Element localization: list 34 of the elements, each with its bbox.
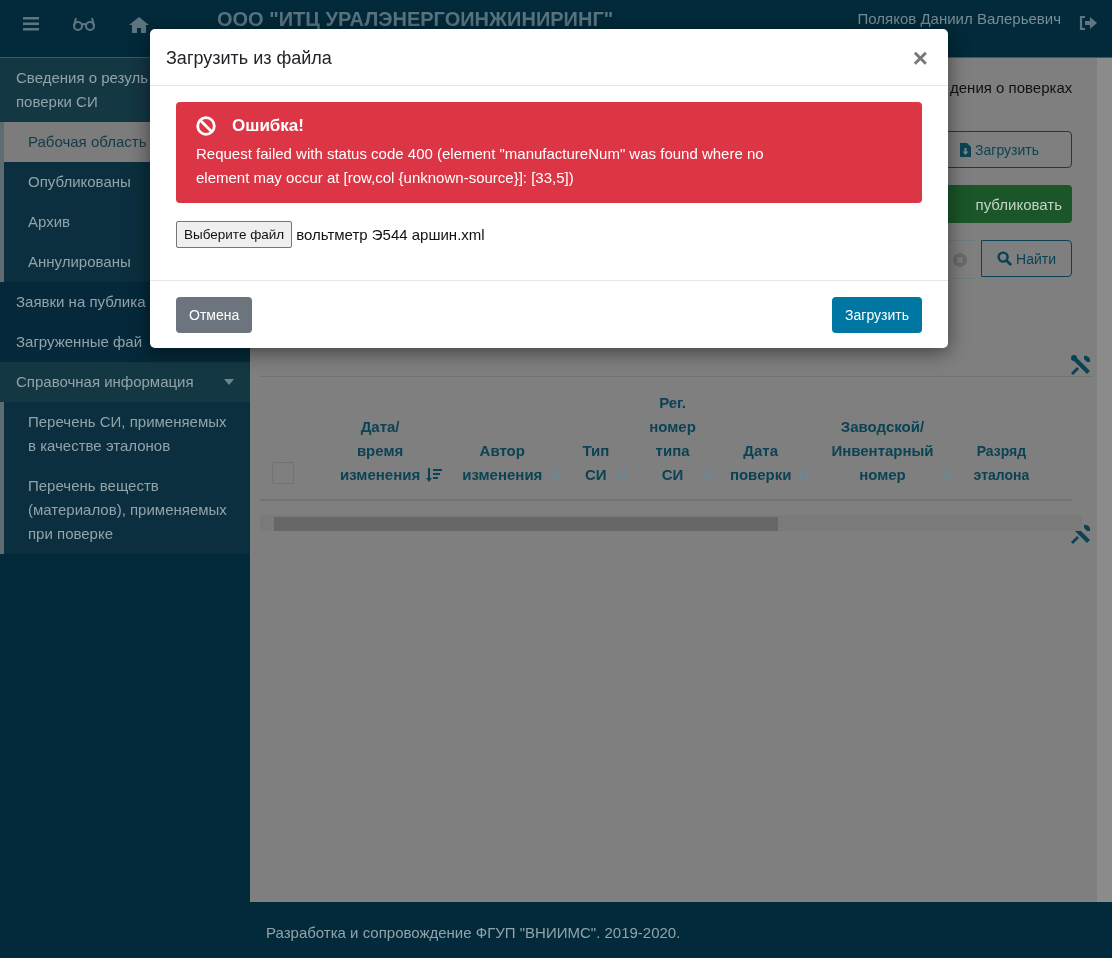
clear-icon[interactable] [953,252,967,267]
column-header[interactable]: Разряд эталона [973,439,1030,487]
column-header[interactable]: Заводской/ Инвентарный номер [831,415,934,487]
choose-file-button[interactable]: Выберите файл [176,221,293,248]
sidebar-subitem[interactable]: Перечень веществ (материалов), применяемых при поверке [4,466,250,554]
ban-icon [196,116,216,136]
sidebar-item[interactable]: Загруженные фай [16,330,142,354]
horizontal-scrollbar[interactable] [260,515,1082,531]
file-upload-icon [960,142,972,157]
menu-icon[interactable] [23,17,39,31]
search-button[interactable]: Найти [981,240,1072,277]
footer-text: Разработка и сопровождение ФГУП "ВНИИМС". 2019-2020. [266,924,681,941]
cancel-button[interactable]: Отмена [176,297,253,333]
dialog-title: Загрузить из файла [166,47,332,69]
logout-icon[interactable] [1079,16,1097,30]
search-icon [997,251,1012,266]
home-icon[interactable] [129,17,149,33]
tools-icon[interactable] [1070,523,1092,545]
sort-descending-icon[interactable] [426,468,443,482]
user-name: Поляков Даниил Валерьевич [857,10,1061,27]
column-header[interactable]: Рег. номер типа СИ [649,391,696,487]
glasses-icon[interactable] [73,17,95,31]
column-header[interactable]: Автор изменения [462,439,543,487]
sidebar-subitem[interactable]: Перечень СИ, применяемых в качестве эталонов [4,402,250,466]
page-heading: дения о поверках [950,78,1073,98]
column-header[interactable]: Тип СИ [582,439,610,487]
sidebar-item[interactable]: Заявки на публика [16,290,146,314]
file-name: вольтметр Э544 аршин.xml [296,226,485,243]
company-title: ООО "ИТЦ УРАЛЭНЕРГОИНЖИНИРИНГ" [217,8,614,31]
tools-icon[interactable] [1070,354,1092,376]
column-header[interactable]: Дата/ время изменения [340,415,421,487]
submit-button[interactable]: Загрузить [832,297,922,333]
close-button[interactable]: × [908,45,932,71]
column-header[interactable]: Дата поверки [729,439,792,487]
